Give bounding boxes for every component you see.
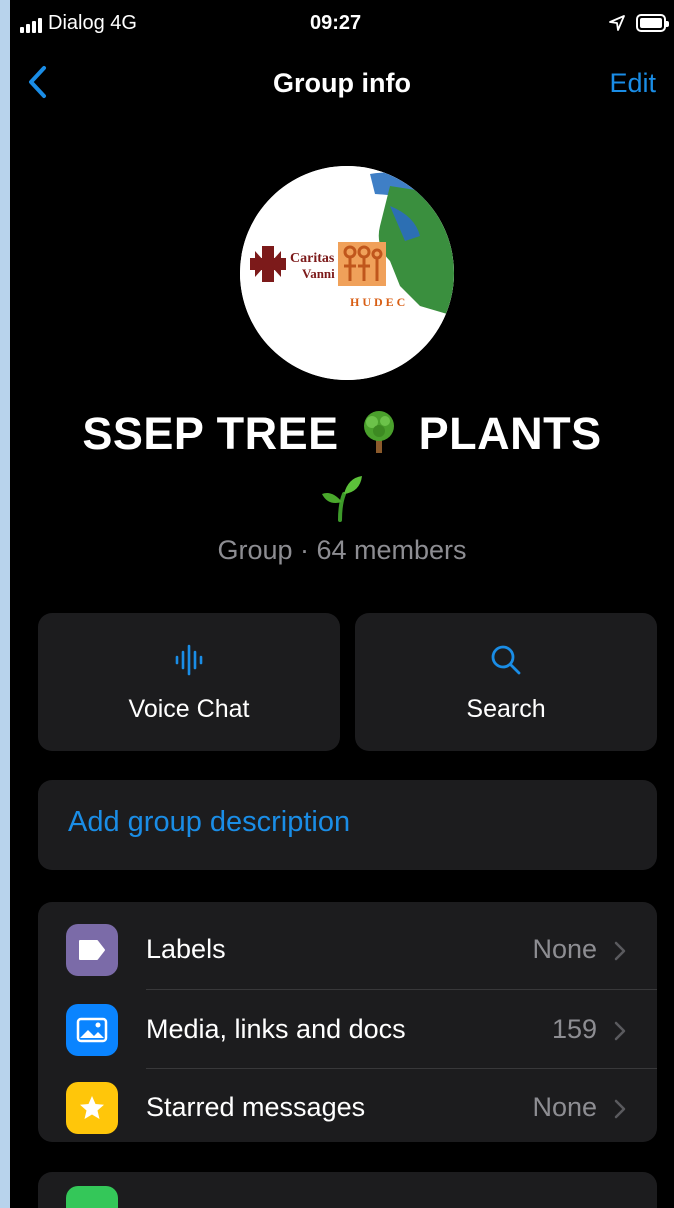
- group-name-part2: PLANTS: [418, 408, 602, 459]
- navigation-bar: Group info Edit: [10, 52, 674, 112]
- starred-messages-row[interactable]: Starred messages None: [38, 1064, 657, 1144]
- media-links-docs-row[interactable]: Media, links and docs 159: [38, 986, 657, 1066]
- group-name: SSEP TREE PLANTS: [10, 408, 674, 460]
- tree-emoji-icon: [363, 411, 394, 453]
- photo-icon: [66, 1004, 118, 1056]
- labels-row[interactable]: Labels None: [38, 906, 657, 986]
- group-settings-list: Labels None Media, links and docs 159 St…: [38, 902, 657, 1142]
- status-bar: Dialog 4G 09:27: [10, 0, 674, 52]
- label-tag-icon: [66, 924, 118, 976]
- search-label: Search: [466, 695, 546, 723]
- starred-messages-value: None: [532, 1092, 597, 1122]
- chevron-right-icon: [614, 941, 626, 961]
- carrier-label: Dialog 4G: [48, 12, 137, 34]
- clock: 09:27: [310, 12, 362, 34]
- chevron-right-icon: [614, 1021, 626, 1041]
- signal-icon: [20, 18, 42, 33]
- green-setting-icon: [66, 1186, 118, 1208]
- star-icon: [66, 1082, 118, 1134]
- voice-chat-button[interactable]: Voice Chat: [38, 613, 340, 751]
- group-avatar[interactable]: Caritas Vanni H U D E C: [240, 166, 454, 380]
- search-icon: [491, 645, 521, 675]
- logo-text-hudec: H U D E C: [350, 295, 405, 309]
- labels-label: Labels: [146, 934, 226, 964]
- add-description-text: Add group description: [68, 806, 351, 838]
- group-member-count: Group · 64 members: [217, 535, 467, 565]
- media-count: 159: [551, 1014, 597, 1044]
- voice-chat-label: Voice Chat: [128, 695, 250, 723]
- voice-wave-icon: [175, 644, 203, 676]
- starred-messages-label: Starred messages: [146, 1092, 366, 1122]
- group-info-screen: Dialog 4G 09:27 Group info Edit Caritas: [10, 0, 674, 1208]
- labels-value: None: [532, 934, 597, 964]
- next-settings-card[interactable]: [38, 1172, 657, 1208]
- group-name-part1: SSEP TREE: [82, 408, 339, 459]
- seedling-emoji-icon: [322, 476, 362, 522]
- chevron-right-icon: [614, 1099, 626, 1119]
- media-links-docs-label: Media, links and docs: [146, 1014, 406, 1044]
- add-group-description-button[interactable]: Add group description: [38, 780, 657, 870]
- search-button[interactable]: Search: [355, 613, 657, 751]
- page-title: Group info: [273, 68, 411, 98]
- location-arrow-icon: [609, 15, 625, 31]
- logo-text-caritas: Caritas: [290, 251, 335, 266]
- caritas-vanni-hudec-logo: Caritas Vanni H U D E C: [240, 166, 454, 380]
- battery-icon: [636, 14, 669, 32]
- logo-text-vanni: Vanni: [302, 266, 335, 281]
- left-edge-strip: [0, 0, 10, 1208]
- edit-button[interactable]: Edit: [609, 68, 656, 99]
